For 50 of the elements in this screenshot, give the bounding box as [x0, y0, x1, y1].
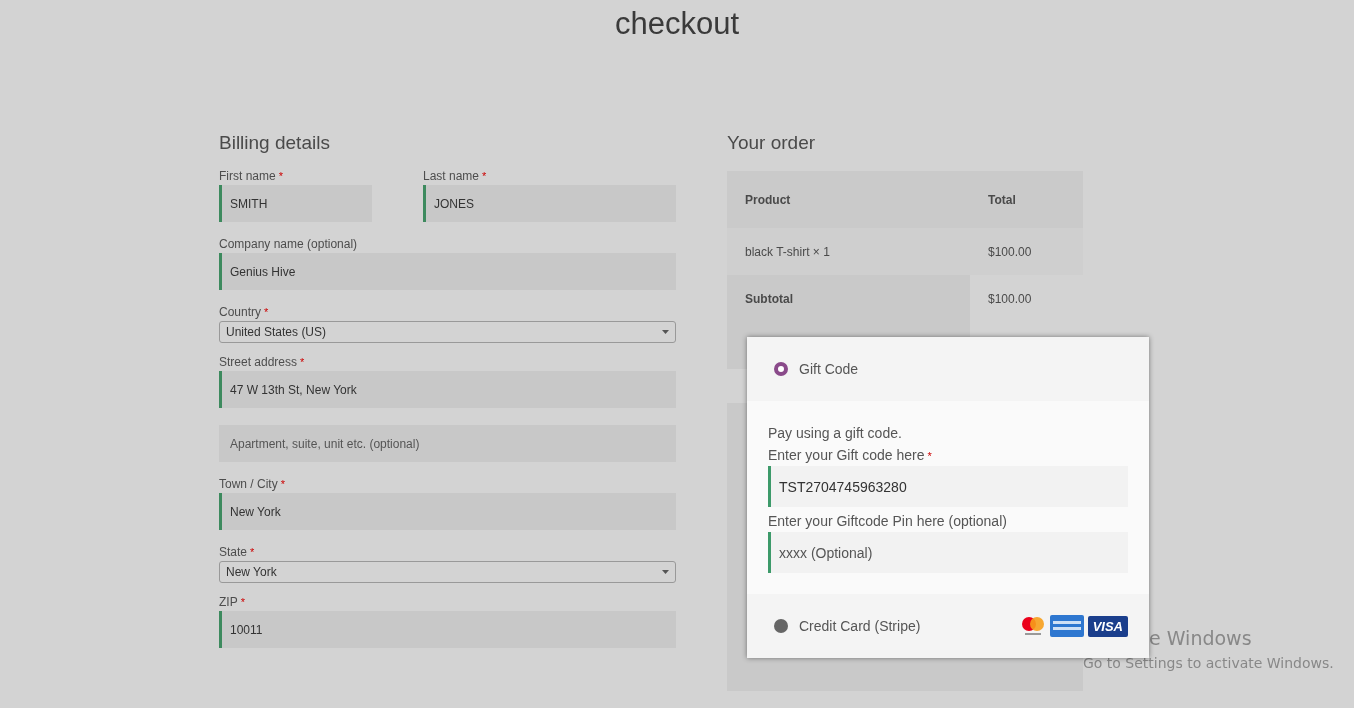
field-label: State	[219, 545, 248, 559]
required-mark: *	[482, 170, 487, 182]
caret-icon	[662, 570, 669, 574]
table-cell-text: $100.00	[987, 243, 1033, 261]
visa-logo: VISA	[1087, 615, 1128, 637]
field-label: Enter your Giftcode Pin here (optional)	[768, 513, 1007, 529]
input-field[interactable]: JONES	[423, 185, 676, 222]
section-heading: Billing details	[219, 131, 331, 155]
input-field[interactable]: 10011	[219, 611, 676, 648]
field-label: Company name (optional)	[219, 237, 358, 251]
method-description: Pay using a gift code.	[768, 425, 903, 441]
required-mark: *	[278, 170, 283, 182]
table-cell: $100.00	[970, 275, 1083, 322]
mastercard-logo-icon	[1019, 616, 1046, 636]
amex-card-icon	[1049, 615, 1084, 637]
payment-method-label[interactable]: Credit Card (Stripe)	[799, 618, 921, 634]
required-mark: *	[240, 596, 245, 608]
input-field[interactable]: Genius Hive	[219, 253, 676, 290]
required-mark: *	[927, 450, 932, 462]
required-mark: *	[264, 306, 269, 318]
field-label: ZIP	[219, 595, 238, 609]
select-field[interactable]: New York	[219, 561, 676, 583]
field-label: Enter your Gift code here	[768, 447, 925, 463]
column-header: Total	[987, 191, 1017, 209]
input-field[interactable]: xxxx (Optional)	[768, 532, 1128, 573]
field-label: Town / City	[219, 477, 278, 491]
input-field[interactable]: Apartment, suite, unit etc. (optional)	[219, 425, 676, 462]
required-mark: *	[250, 546, 255, 558]
field-label: Street address	[219, 355, 298, 369]
required-mark: *	[300, 356, 305, 368]
radio-button[interactable]	[774, 362, 788, 376]
table-cell-text: black T-shirt × 1	[744, 243, 831, 261]
column-header: Product	[744, 191, 792, 209]
field-label: Last name	[423, 169, 480, 183]
select-field[interactable]: United States (US)	[219, 321, 676, 343]
section-heading: Your order	[727, 131, 817, 155]
radio-button[interactable]	[774, 619, 788, 633]
caret-icon	[662, 330, 669, 334]
input-field[interactable]: SMITH	[219, 185, 372, 222]
page-title: checkout	[613, 5, 741, 43]
input-field[interactable]: TST2704745963280	[768, 466, 1128, 507]
input-field[interactable]: 47 W 13th St, New York	[219, 371, 676, 408]
payment-method-label[interactable]: Gift Code	[799, 361, 859, 377]
table-cell: Subtotal	[727, 275, 970, 322]
required-mark: *	[280, 478, 285, 490]
activation-notice-text: Go to Settings to activate Windows.	[1083, 655, 1334, 671]
input-field[interactable]: New York	[219, 493, 676, 530]
field-label: Country	[219, 305, 262, 319]
activation-notice-text: e Windows	[1149, 627, 1253, 649]
field-label: First name	[219, 169, 276, 183]
